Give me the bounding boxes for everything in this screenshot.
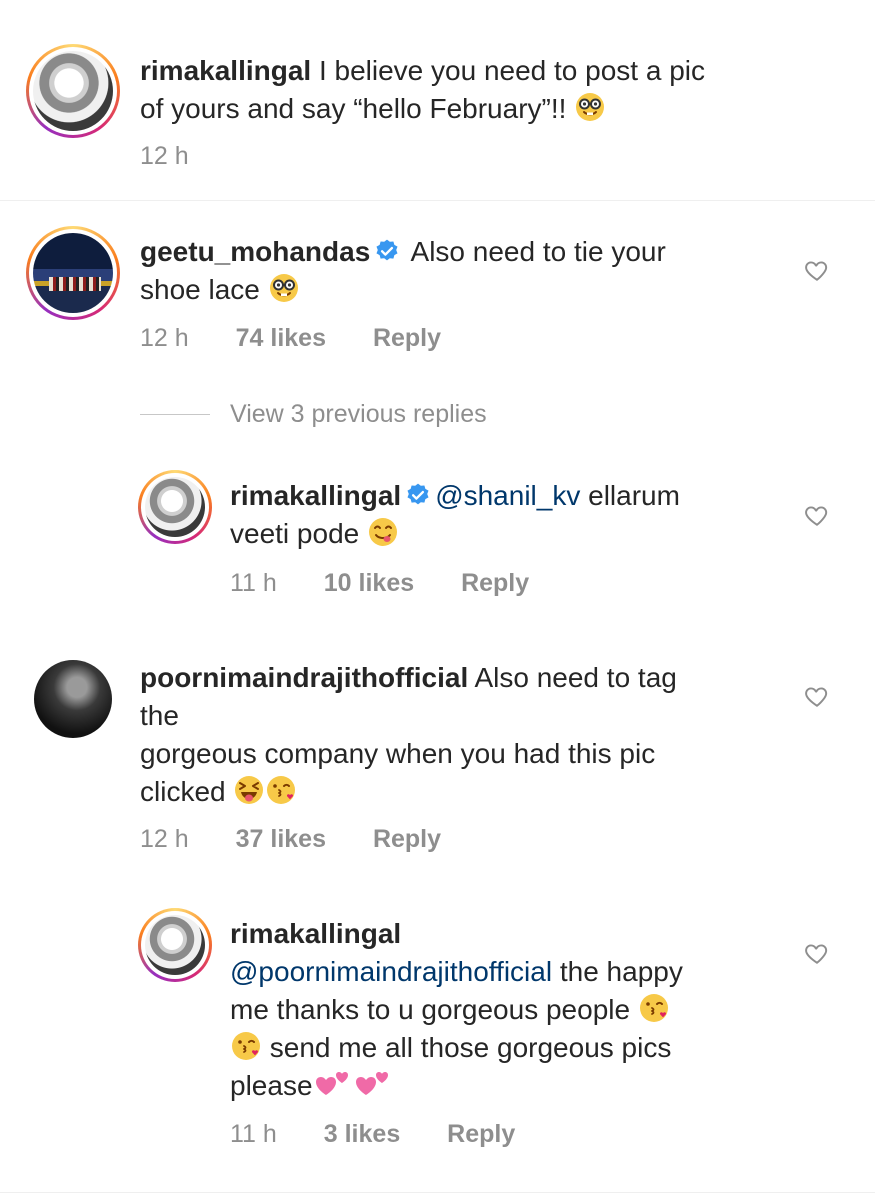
verified-badge-icon xyxy=(374,238,400,264)
likes-count[interactable]: 10 likes xyxy=(324,569,414,597)
username-link[interactable]: geetu_mohandas xyxy=(140,236,370,267)
reply-button[interactable]: Reply xyxy=(461,569,529,597)
reply-button[interactable]: Reply xyxy=(447,1120,515,1148)
mention-link[interactable]: @poornimaindrajithofficial xyxy=(230,956,552,987)
yum-face-emoji-icon xyxy=(367,516,399,548)
username-link[interactable]: rimakallingal xyxy=(230,480,401,511)
reply-button[interactable]: Reply xyxy=(373,324,441,352)
reply-text: rimakallingal @shanil_kv ellarum veeti po… xyxy=(230,480,680,549)
comment-text: poornimaindrajithofficial Also need to t… xyxy=(140,662,677,807)
caption-divider xyxy=(0,200,875,201)
bottom-divider xyxy=(0,1192,875,1193)
username-link[interactable]: poornimaindrajithofficial xyxy=(140,662,468,693)
mention-link[interactable]: @shanil_kv xyxy=(435,480,580,511)
verified-badge-icon xyxy=(405,482,431,508)
reply-avatar-rima[interactable] xyxy=(138,470,212,544)
view-replies-line xyxy=(140,414,210,415)
likes-count[interactable]: 3 likes xyxy=(324,1120,400,1148)
timestamp: 11 h xyxy=(230,569,277,597)
reply-avatar-rima[interactable] xyxy=(138,908,212,982)
comment-meta: 12 h 37 likes Reply xyxy=(140,825,481,854)
heart-icon[interactable] xyxy=(804,502,830,528)
two-hearts-emoji-icon xyxy=(313,1068,353,1100)
timestamp: 12 h xyxy=(140,324,189,352)
timestamp: 11 h xyxy=(230,1120,277,1148)
avatar xyxy=(145,477,205,537)
heart-icon[interactable] xyxy=(804,683,830,709)
view-replies-button[interactable]: View 3 previous replies xyxy=(230,400,487,429)
nerd-face-emoji-icon xyxy=(268,272,300,304)
likes-count[interactable]: 37 likes xyxy=(236,825,326,853)
face-blowing-kiss-emoji-icon xyxy=(265,774,297,806)
username-link[interactable]: rimakallingal xyxy=(230,918,401,949)
caption-meta: 12 h xyxy=(140,142,229,171)
timestamp: 12 h xyxy=(140,825,189,853)
avatar xyxy=(34,660,112,738)
two-hearts-emoji-icon xyxy=(353,1068,393,1100)
avatar xyxy=(33,233,113,313)
comment-avatar-poornima[interactable] xyxy=(34,660,112,738)
comment-avatar-geetu[interactable] xyxy=(26,226,120,320)
timestamp: 12 h xyxy=(140,142,189,170)
squinting-tongue-emoji-icon xyxy=(233,774,265,806)
avatar xyxy=(145,915,205,975)
heart-icon[interactable] xyxy=(804,257,830,283)
caption-text: rimakallingal I believe you need to post… xyxy=(140,55,706,124)
username-link[interactable]: rimakallingal xyxy=(140,55,311,86)
reply-button[interactable]: Reply xyxy=(373,825,441,853)
nerd-face-emoji-icon xyxy=(574,91,606,123)
face-blowing-kiss-emoji-icon xyxy=(638,992,670,1024)
comment-meta: 12 h 74 likes Reply xyxy=(140,324,481,353)
reply-meta: 11 h 3 likes Reply xyxy=(230,1120,555,1149)
caption-avatar[interactable] xyxy=(26,44,120,138)
likes-count[interactable]: 74 likes xyxy=(236,324,326,352)
reply-meta: 11 h 10 likes Reply xyxy=(230,569,569,598)
heart-icon[interactable] xyxy=(804,940,830,966)
comment-text: geetu_mohandas Also need to tie your sho… xyxy=(140,236,666,305)
reply-text: rimakallingal @poornimaindrajithofficial… xyxy=(230,918,683,1101)
avatar xyxy=(33,51,113,131)
face-blowing-kiss-emoji-icon xyxy=(230,1030,262,1062)
